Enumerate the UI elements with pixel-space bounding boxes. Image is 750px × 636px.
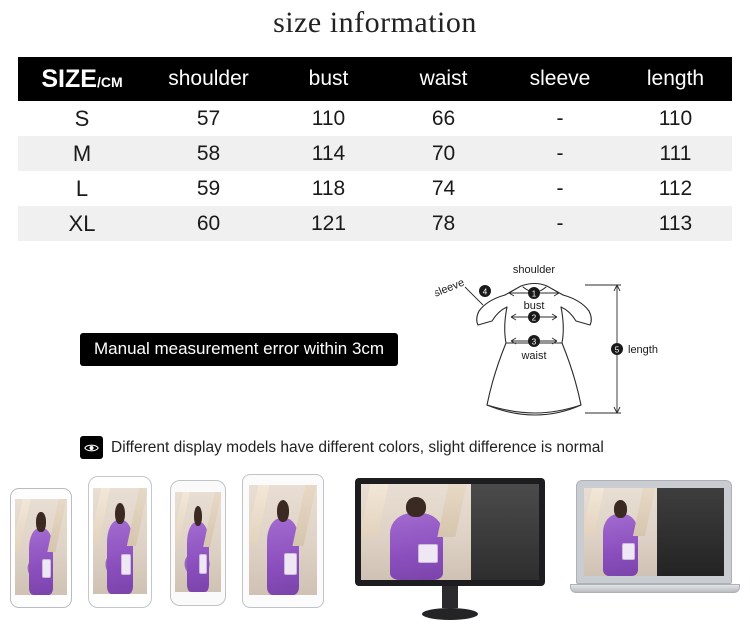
laptop-base	[570, 584, 740, 593]
diagram-label-bust: bust	[524, 300, 545, 312]
laptop-photo-area	[584, 488, 657, 576]
handbag-prop	[121, 553, 131, 575]
cell-sleeve: -	[556, 211, 564, 235]
svg-text:1: 1	[532, 290, 537, 299]
header-length: length	[646, 67, 705, 90]
device-laptop	[570, 480, 740, 628]
device-screen-image	[584, 488, 724, 576]
backdrop-stripe-right	[47, 499, 67, 552]
cell-size: XL	[68, 210, 96, 236]
handbag-prop	[198, 554, 208, 574]
cell-waist: 74	[431, 176, 456, 200]
diagram-label-shoulder: shoulder	[513, 264, 556, 276]
device-screen-image	[15, 499, 67, 595]
device-smartphone-iphone	[170, 480, 226, 606]
cell-waist: 78	[431, 211, 456, 235]
svg-text:5: 5	[615, 346, 620, 355]
header-size-unit: /CM	[96, 73, 123, 90]
backdrop-stripe-right	[126, 488, 147, 547]
cell-bust: 114	[311, 141, 346, 165]
cell-sleeve: -	[556, 141, 564, 165]
header-waist: waist	[419, 67, 468, 90]
handbag-prop	[418, 543, 439, 563]
size-table-header: SIZE/CM shoulder bust waist sleeve lengt…	[18, 57, 732, 101]
handbag-prop	[284, 553, 297, 576]
laptop-dark-area	[656, 488, 724, 576]
backdrop-stripe-left	[93, 488, 110, 547]
cell-shoulder: 60	[196, 211, 221, 235]
diagram-label-waist: waist	[520, 350, 546, 362]
monitor-stand-base	[422, 608, 478, 620]
header-sleeve: sleeve	[529, 67, 591, 90]
header-bust: bust	[308, 67, 349, 90]
cell-sleeve: -	[556, 106, 564, 130]
device-smartphone-white	[88, 476, 152, 608]
display-color-note: Different display models have different …	[80, 436, 604, 459]
table-header-row: SIZE/CM shoulder bust waist sleeve lengt…	[18, 57, 732, 101]
cell-waist: 66	[431, 106, 456, 130]
table-row: L 59 118 74 - 112	[18, 171, 732, 206]
backdrop-stripe-left	[361, 484, 389, 537]
diagram-label-length: length	[628, 344, 658, 356]
eye-icon	[80, 436, 103, 459]
monitor-photo-area	[361, 484, 472, 580]
size-table: SIZE/CM shoulder bust waist sleeve lengt…	[18, 57, 732, 241]
cell-length: 110	[658, 106, 693, 130]
device-smartphone-samsung	[10, 488, 72, 608]
device-tablet	[242, 474, 324, 608]
cell-length: 111	[659, 141, 692, 165]
size-information-page: size information SIZE/CM shoulder bust w…	[0, 0, 750, 636]
table-row: XL 60 121 78 - 113	[18, 206, 732, 241]
backdrop-stripe-right	[437, 484, 466, 537]
handbag-prop	[42, 558, 52, 578]
cell-waist: 70	[431, 141, 456, 165]
cell-length: 113	[658, 211, 693, 235]
header-shoulder: shoulder	[168, 67, 249, 90]
table-row: S 57 110 66 - 110	[18, 101, 732, 136]
backdrop-stripe-left	[175, 492, 191, 547]
display-color-note-text: Different display models have different …	[111, 438, 604, 456]
cell-bust: 121	[310, 211, 347, 235]
cell-shoulder: 59	[196, 176, 221, 200]
header-size: SIZE/CM	[18, 57, 146, 101]
dress-measurement-diagram: 1 2 3 4 5 sleeve shoulder bust waist len…	[435, 255, 710, 425]
backdrop-stripe-left	[249, 485, 270, 546]
cell-shoulder: 57	[196, 106, 221, 130]
device-screen-image	[93, 488, 147, 594]
cell-shoulder: 58	[196, 141, 221, 165]
device-preview-strip	[0, 470, 750, 636]
svg-text:2: 2	[532, 314, 537, 323]
size-table-body: S 57 110 66 - 110 M 58 114 70 - 111 L 59…	[18, 101, 732, 241]
cell-size: M	[72, 140, 92, 166]
monitor-stand-neck	[442, 586, 458, 608]
svg-text:4: 4	[483, 288, 488, 297]
cell-size: L	[75, 175, 89, 201]
diagram-label-sleeve: sleeve	[435, 277, 466, 300]
backdrop-stripe-right	[292, 485, 317, 546]
svg-text:3: 3	[532, 338, 537, 347]
cell-bust: 110	[311, 106, 346, 130]
monitor-dark-area	[471, 484, 539, 580]
device-desktop-monitor	[355, 478, 545, 628]
backdrop-stripe-left	[15, 499, 32, 552]
header-size-label: SIZE	[41, 64, 97, 93]
monitor-bezel	[355, 478, 545, 586]
table-row: M 58 114 70 - 111	[18, 136, 732, 171]
handbag-prop	[621, 542, 635, 561]
device-screen-image	[175, 492, 221, 592]
cell-size: S	[74, 105, 90, 131]
backdrop-stripe-right	[203, 492, 221, 547]
cell-bust: 118	[311, 176, 346, 200]
device-screen-image	[249, 485, 317, 595]
page-title: size information	[273, 6, 477, 39]
backdrop-stripe-left	[584, 488, 604, 537]
device-screen-image	[361, 484, 539, 580]
measurement-note-badge: Manual measurement error within 3cm	[80, 333, 399, 366]
cell-sleeve: -	[556, 176, 564, 200]
laptop-lid	[576, 480, 732, 584]
backdrop-stripe-right	[632, 488, 655, 537]
cell-length: 112	[658, 176, 693, 200]
